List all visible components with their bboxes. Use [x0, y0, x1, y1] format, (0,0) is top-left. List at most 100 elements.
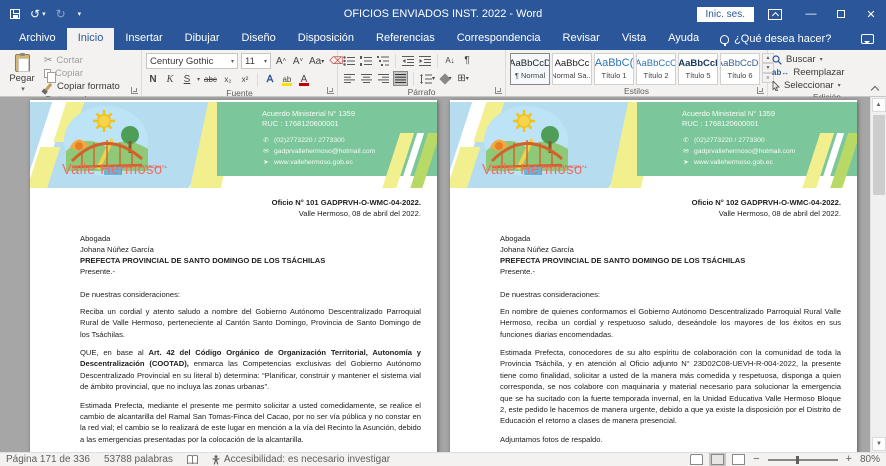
copy-button[interactable]: Copiar — [44, 68, 120, 79]
pages-container: Valle Hermoso GAD PARROQUIAL Acuerdo Min… — [0, 97, 886, 452]
borders-icon[interactable]: ⊞▾ — [456, 71, 470, 86]
italic-button[interactable]: K — [163, 72, 177, 87]
style-item[interactable]: AaBbCcNormal Sa... — [552, 53, 592, 85]
align-center-icon[interactable] — [359, 71, 373, 86]
bullets-icon[interactable] — [342, 53, 356, 68]
tab-diseño[interactable]: Diseño — [231, 28, 287, 50]
sort-icon[interactable]: A↓ — [443, 53, 457, 68]
customize-qat-icon[interactable]: ▾ — [76, 11, 82, 18]
highlight-color-button[interactable]: ab — [280, 72, 294, 87]
zoom-level[interactable]: 80% — [860, 454, 880, 465]
acuerdo-line: Acuerdo Ministerial N° 1359 — [262, 109, 429, 119]
redo-icon[interactable]: ↻ — [56, 8, 66, 20]
scroll-down-icon[interactable]: ▼ — [872, 437, 886, 451]
paste-button[interactable]: Pegar ▾ — [4, 53, 40, 93]
print-layout-icon[interactable] — [711, 454, 724, 465]
oficio-date: Valle Hermoso, 08 de abril del 2022. — [500, 208, 841, 219]
grow-font-button[interactable]: A˄ — [274, 54, 288, 69]
select-button[interactable]: Seleccionar▾ — [772, 80, 845, 91]
scroll-up-icon[interactable]: ▲ — [872, 98, 886, 112]
tab-disposición[interactable]: Disposición — [287, 28, 365, 50]
line-spacing-icon[interactable]: ▾ — [419, 71, 436, 86]
accessibility-status[interactable]: Accesibilidad: es necesario investigar — [212, 454, 390, 465]
style-item[interactable]: AaBbCcDcTítulo 6 — [720, 53, 760, 85]
close-button[interactable]: ✕ — [856, 0, 886, 28]
cut-button[interactable]: ✂ Cortar — [44, 55, 120, 66]
ribbon: Pegar ▾ ✂ Cortar Copiar Copiar formato P… — [0, 50, 886, 97]
tab-ayuda[interactable]: Ayuda — [657, 28, 710, 50]
style-item[interactable]: AaBbCcD¶ Normal — [510, 53, 550, 85]
ribbon-display-options-icon[interactable] — [768, 9, 782, 20]
document-page[interactable]: Valle Hermoso GAD PARROQUIAL Acuerdo Min… — [30, 100, 437, 452]
clipboard-dialog-launcher-icon[interactable] — [131, 87, 138, 94]
tab-referencias[interactable]: Referencias — [365, 28, 446, 50]
read-mode-icon[interactable] — [690, 454, 703, 465]
bold-button[interactable]: N — [146, 72, 160, 87]
strikethrough-button[interactable]: abc — [203, 72, 218, 87]
paragraph-dialog-launcher-icon[interactable] — [495, 87, 502, 94]
phone-number: (02)2773220 / 2773300 — [274, 136, 345, 147]
tab-inicio[interactable]: Inicio — [67, 28, 115, 50]
proofing-icon[interactable] — [187, 455, 198, 465]
tell-me-box[interactable]: ¿Qué desea hacer? — [710, 28, 841, 50]
align-left-icon[interactable] — [342, 71, 356, 86]
restore-button[interactable] — [826, 0, 856, 28]
style-item[interactable]: AaBbCcITítulo 5 — [678, 53, 718, 85]
font-family-select[interactable]: Century Gothic▾ — [146, 53, 238, 69]
justify-icon[interactable] — [393, 71, 408, 86]
zoom-slider-thumb[interactable] — [796, 456, 799, 464]
letter-content: Oficio N° 102 GADPRVH-O-WMC-04-2022. Val… — [450, 188, 857, 452]
decrease-indent-icon[interactable] — [401, 53, 415, 68]
change-case-button[interactable]: Aa▾ — [308, 54, 325, 69]
tab-insertar[interactable]: Insertar — [114, 28, 173, 50]
scrollbar-thumb[interactable] — [873, 115, 885, 195]
minimize-button[interactable]: — — [796, 0, 826, 28]
save-icon[interactable] — [10, 9, 20, 19]
underline-dropdown-icon[interactable]: ▾ — [197, 76, 200, 83]
collapse-ribbon-icon[interactable] — [870, 85, 880, 93]
font-color-button[interactable]: A — [297, 72, 311, 87]
undo-icon[interactable]: ↺▾ — [30, 8, 46, 20]
phone-number: (02)2773220 / 2773300 — [694, 136, 765, 147]
tab-correspondencia[interactable]: Correspondencia — [446, 28, 552, 50]
styles-dialog-launcher-icon[interactable] — [757, 87, 764, 94]
subscript-button[interactable]: x₂ — [221, 72, 235, 87]
superscript-button[interactable]: x² — [238, 72, 252, 87]
increase-indent-icon[interactable] — [418, 53, 432, 68]
style-item[interactable]: AaBbCcCTítulo 2 — [636, 53, 676, 85]
tab-revisar[interactable]: Revisar — [552, 28, 611, 50]
underline-button[interactable]: S — [180, 72, 194, 87]
web-layout-icon[interactable] — [732, 454, 745, 465]
tab-archivo[interactable]: Archivo — [8, 28, 67, 50]
word-count[interactable]: 53788 palabras — [104, 454, 173, 465]
zoom-slider[interactable] — [768, 459, 838, 461]
document-area: Valle Hermoso GAD PARROQUIAL Acuerdo Min… — [0, 97, 886, 452]
zoom-in-icon[interactable]: + — [846, 454, 852, 465]
document-page[interactable]: Valle Hermoso GAD PARROQUIAL Acuerdo Min… — [450, 100, 857, 452]
shading-icon[interactable]: ▾ — [439, 71, 453, 86]
zoom-out-icon[interactable]: − — [753, 454, 759, 465]
page-indicator[interactable]: Página 171 de 336 — [6, 454, 90, 465]
replace-button[interactable]: ab↔ Reemplazar — [772, 67, 845, 78]
sign-in-button[interactable]: Inic. ses. — [697, 7, 754, 22]
letter-content: Oficio N° 101 GADPRVH-O-WMC-04-2022. Val… — [30, 188, 437, 452]
font-size-select[interactable]: 11▾ — [241, 53, 271, 69]
tab-dibujar[interactable]: Dibujar — [174, 28, 231, 50]
recipient-line: PREFECTA PROVINCIAL DE SANTO DOMINGO DE … — [500, 255, 841, 266]
paste-dropdown-icon: ▾ — [21, 85, 25, 93]
font-group: Century Gothic▾ 11▾ A˄ A˅ Aa▾ ⌫ N K S ▾ … — [142, 50, 338, 96]
multilevel-list-icon[interactable] — [376, 53, 390, 68]
recipient-line: Presente.- — [500, 266, 841, 277]
show-marks-icon[interactable]: ¶ — [460, 53, 474, 68]
find-button[interactable]: Buscar▾ — [772, 54, 845, 65]
comments-icon[interactable] — [861, 34, 874, 44]
tab-vista[interactable]: Vista — [611, 28, 657, 50]
style-item[interactable]: AaBbC(Título 1 — [594, 53, 634, 85]
shrink-font-button[interactable]: A˅ — [291, 54, 305, 69]
email-address: gadprvallehermoso@hotmail.com — [274, 147, 375, 158]
vertical-scrollbar[interactable]: ▲ ▼ — [870, 97, 886, 452]
font-dialog-launcher-icon[interactable] — [327, 87, 334, 94]
text-effects-button[interactable]: A — [263, 72, 277, 87]
align-right-icon[interactable] — [376, 71, 390, 86]
numbering-icon[interactable] — [359, 53, 373, 68]
